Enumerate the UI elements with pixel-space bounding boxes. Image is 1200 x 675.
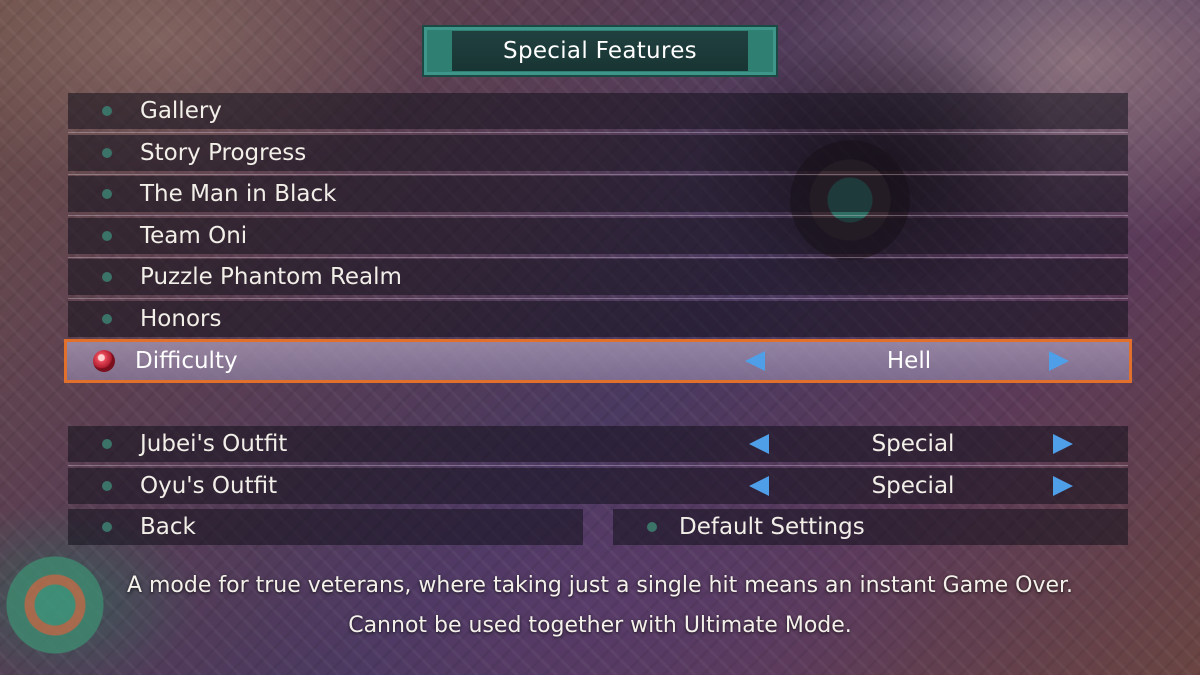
oyu-outfit-value: Special: [871, 473, 955, 499]
divider: [68, 132, 1128, 133]
menu-item-the-man-in-black[interactable]: The Man in Black: [68, 176, 1128, 212]
dot-icon: [102, 522, 112, 532]
header-banner: Special Features: [422, 25, 778, 77]
menu-item-jubei-outfit[interactable]: Jubei's Outfit Special: [68, 426, 1128, 462]
menu-item-team-oni[interactable]: Team Oni: [68, 218, 1128, 254]
page-title: Special Features: [452, 31, 748, 71]
arrow-right-icon[interactable]: [1049, 351, 1069, 371]
description-line: Cannot be used together with Ultimate Mo…: [348, 613, 852, 638]
menu-item-label: Puzzle Phantom Realm: [140, 264, 402, 290]
arrow-left-icon[interactable]: [749, 476, 769, 496]
menu-item-difficulty[interactable]: Difficulty Hell: [64, 339, 1132, 383]
menu-item-label: The Man in Black: [140, 181, 337, 207]
menu-item-puzzle-phantom-realm[interactable]: Puzzle Phantom Realm: [68, 259, 1128, 295]
difficulty-value: Hell: [886, 348, 932, 374]
back-label: Back: [140, 514, 196, 540]
dot-icon: [102, 439, 112, 449]
dot-icon: [102, 231, 112, 241]
menu-item-label: Gallery: [140, 98, 222, 124]
menu-item-label: Difficulty: [135, 348, 238, 374]
menu-item-label: Oyu's Outfit: [140, 473, 278, 499]
default-settings-label: Default Settings: [679, 514, 865, 540]
dot-icon: [102, 148, 112, 158]
dot-icon: [102, 189, 112, 199]
description-line: A mode for true veterans, where taking j…: [126, 573, 1074, 598]
menu-item-label: Story Progress: [140, 140, 307, 166]
menu-item-honors[interactable]: Honors: [68, 301, 1128, 337]
default-settings-button[interactable]: Default Settings: [613, 509, 1128, 545]
menu-item-label: Honors: [140, 306, 222, 332]
dot-icon: [102, 272, 112, 282]
arrow-right-icon[interactable]: [1053, 434, 1073, 454]
back-button[interactable]: Back: [68, 509, 583, 545]
dot-icon: [647, 522, 657, 532]
menu-item-oyu-outfit[interactable]: Oyu's Outfit Special: [68, 468, 1128, 504]
divider: [68, 174, 1128, 175]
menu-item-label: Team Oni: [140, 223, 248, 249]
arrow-left-icon[interactable]: [749, 434, 769, 454]
arrow-right-icon[interactable]: [1053, 476, 1073, 496]
menu-item-story-progress[interactable]: Story Progress: [68, 135, 1128, 171]
menu-item-label: Jubei's Outfit: [140, 431, 288, 457]
divider: [68, 465, 1128, 466]
divider: [68, 215, 1128, 216]
red-orb-icon: [93, 350, 115, 372]
dot-icon: [102, 106, 112, 116]
arrow-left-icon[interactable]: [745, 351, 765, 371]
divider: [68, 257, 1128, 258]
menu-item-gallery[interactable]: Gallery: [68, 93, 1128, 129]
description-text: A mode for true veterans, where taking j…: [0, 566, 1200, 646]
dot-icon: [102, 481, 112, 491]
jubei-outfit-value: Special: [871, 431, 955, 457]
divider: [68, 298, 1128, 299]
dot-icon: [102, 314, 112, 324]
